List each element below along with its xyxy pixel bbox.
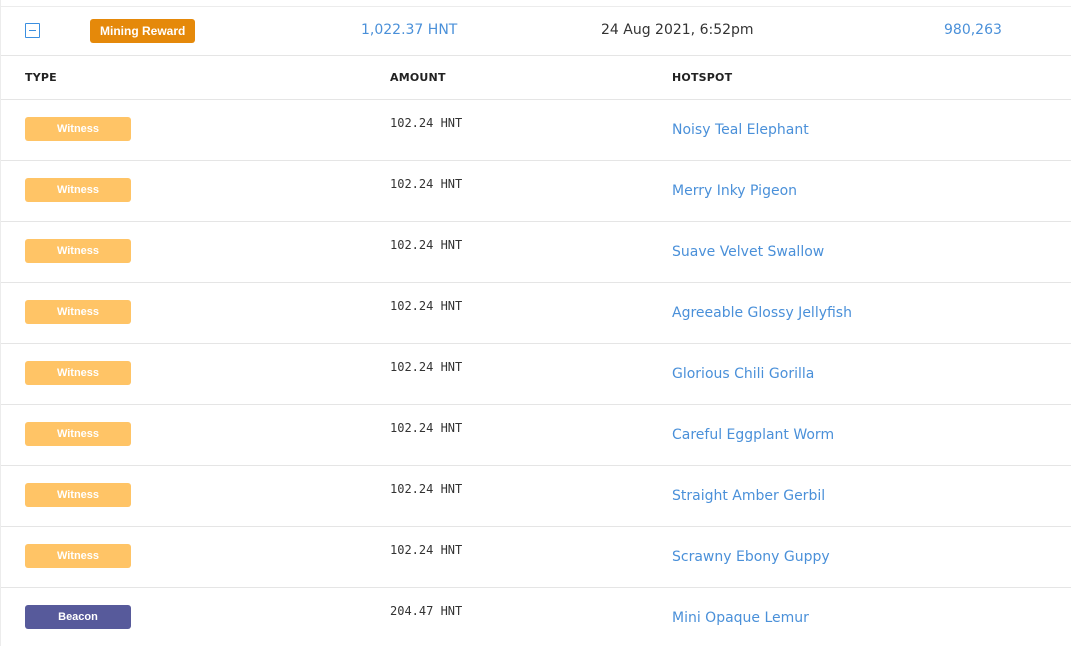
summary-date: 24 Aug 2021, 6:52pm — [601, 22, 754, 38]
witness-badge: Witness — [25, 117, 131, 141]
column-header-type: TYPE — [25, 71, 57, 84]
beacon-badge: Beacon — [25, 605, 131, 629]
reward-summary-row: Mining Reward 1,022.37 HNT 24 Aug 2021, … — [1, 7, 1071, 56]
summary-amount: 1,022.37 HNT — [361, 22, 458, 38]
reward-amount: 102.24 HNT — [390, 482, 463, 496]
table-row: Witness 102.24 HNT Suave Velvet Swallow — [1, 222, 1071, 283]
witness-badge: Witness — [25, 300, 131, 324]
hotspot-link[interactable]: Agreeable Glossy Jellyfish — [672, 305, 852, 321]
table-row: Witness 102.24 HNT Glorious Chili Gorilla — [1, 344, 1071, 405]
reward-amount: 102.24 HNT — [390, 421, 463, 435]
witness-badge: Witness — [25, 239, 131, 263]
table-row: Witness 102.24 HNT Noisy Teal Elephant — [1, 100, 1071, 161]
witness-badge: Witness — [25, 361, 131, 385]
reward-amount: 102.24 HNT — [390, 299, 463, 313]
table-row: Witness 102.24 HNT Careful Eggplant Worm — [1, 405, 1071, 466]
witness-badge: Witness — [25, 178, 131, 202]
table-header: TYPE AMOUNT HOTSPOT — [1, 56, 1071, 100]
witness-badge: Witness — [25, 544, 131, 568]
column-header-amount: AMOUNT — [390, 71, 446, 84]
witness-badge: Witness — [25, 422, 131, 446]
witness-badge: Witness — [25, 483, 131, 507]
table-row: Witness 102.24 HNT Agreeable Glossy Jellyf… — [1, 283, 1071, 344]
hotspot-link[interactable]: Mini Opaque Lemur — [672, 610, 809, 626]
hotspot-link[interactable]: Suave Velvet Swallow — [672, 244, 824, 260]
table-row: Witness 102.24 HNT Straight Amber Gerbil — [1, 466, 1071, 527]
hotspot-link[interactable]: Noisy Teal Elephant — [672, 122, 809, 138]
table-row: Witness 102.24 HNT Merry Inky Pigeon — [1, 161, 1071, 222]
reward-amount: 102.24 HNT — [390, 543, 463, 557]
reward-amount: 102.24 HNT — [390, 238, 463, 252]
reward-amount: 102.24 HNT — [390, 116, 463, 130]
hotspot-link[interactable]: Glorious Chili Gorilla — [672, 366, 814, 382]
hotspot-link[interactable]: Scrawny Ebony Guppy — [672, 549, 830, 565]
rewards-panel: Mining Reward 1,022.37 HNT 24 Aug 2021, … — [0, 0, 1071, 646]
block-height-link[interactable]: 980,263 — [944, 22, 1002, 38]
collapse-button[interactable] — [25, 23, 40, 38]
reward-amount: 102.24 HNT — [390, 360, 463, 374]
table-row: Beacon 204.47 HNT Mini Opaque Lemur — [1, 588, 1071, 646]
hotspot-link[interactable]: Careful Eggplant Worm — [672, 427, 834, 443]
hotspot-link[interactable]: Merry Inky Pigeon — [672, 183, 797, 199]
mining-reward-badge: Mining Reward — [90, 19, 196, 43]
reward-amount: 204.47 HNT — [390, 604, 463, 618]
reward-amount: 102.24 HNT — [390, 177, 463, 191]
column-header-hotspot: HOTSPOT — [672, 71, 733, 84]
minus-square-icon — [29, 30, 36, 31]
table-row: Witness 102.24 HNT Scrawny Ebony Guppy — [1, 527, 1071, 588]
hotspot-link[interactable]: Straight Amber Gerbil — [672, 488, 825, 504]
